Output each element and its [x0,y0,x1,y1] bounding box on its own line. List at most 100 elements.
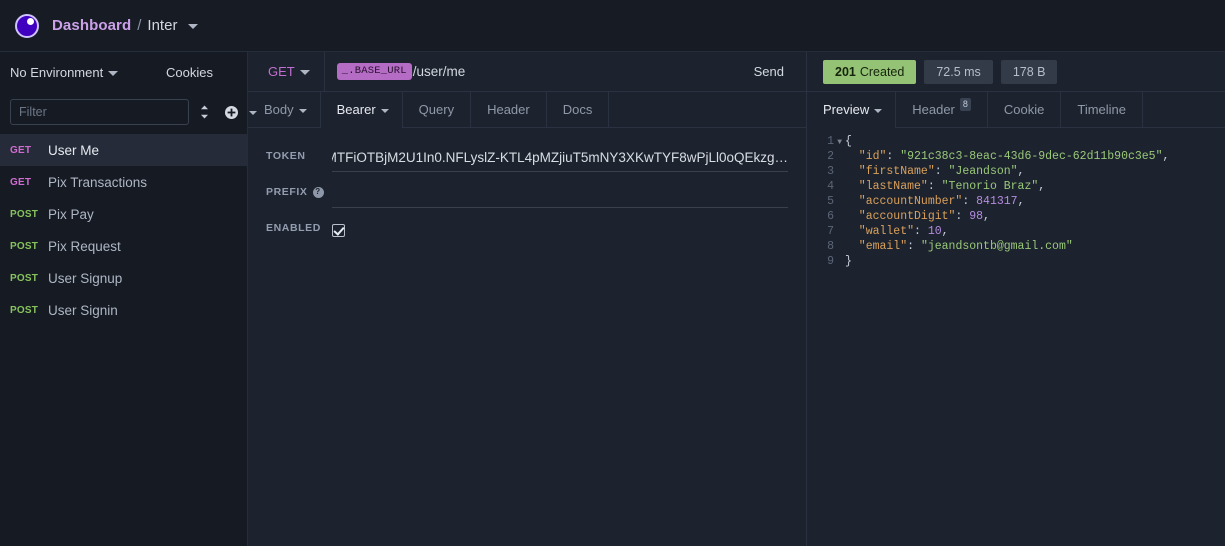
tabs-filler [1143,92,1225,127]
request-method-badge: GET [10,144,32,156]
tabs-filler [609,92,806,127]
code-line: "accountDigit": 98, [845,210,990,223]
code-line: { [845,135,852,148]
request-name: Pix Transactions [48,174,148,190]
tab-auth-bearer[interactable]: Bearer [320,92,403,128]
response-tabs: Preview Header 8 Cookie Timeline [807,92,1225,128]
request-name: Pix Pay [48,206,94,222]
breadcrumb-workspace-name[interactable]: Inter [147,17,177,34]
token-value: …jJkMTFiOTBjM2U1In0.NFLyslZ-KTL4pMZjiuT5… [332,150,788,165]
response-body-code: { "id": "921c38c3-8eac-43d6-9dec-62d11b9… [837,134,1225,546]
filter-input[interactable] [10,99,189,125]
status-badge[interactable]: 201 Created [823,59,917,84]
breadcrumb-dashboard-link[interactable]: Dashboard [52,17,131,34]
line-number: 4 [827,180,834,193]
status-code: 201 [835,64,856,79]
http-method-selector[interactable]: GET [248,52,325,91]
request-method-badge: GET [10,176,32,188]
list-item[interactable]: POST User Signup [0,262,247,294]
tab-body[interactable]: Body [248,92,321,127]
code-line: "email": "jeandsontb@gmail.com" [845,240,1073,253]
tab-label: Docs [562,102,593,117]
tab-query[interactable]: Query [403,92,472,127]
request-list: GET User Me GET Pix Transactions POST Pi… [0,132,247,546]
request-method-badge: POST [10,240,39,252]
request-name: User Signup [48,270,123,286]
tab-preview[interactable]: Preview [807,92,897,128]
environment-label: No Environment [10,64,104,80]
list-item[interactable]: POST Pix Request [0,230,247,262]
main-columns: No Environment Cookies Filter GET User M… [0,52,1225,546]
chevron-down-icon [108,70,119,76]
question-mark-icon[interactable]: ? [312,186,324,198]
http-method-label: GET [268,64,295,79]
filter-row [0,92,257,132]
code-line: "id": "921c38c3-8eac-43d6-9dec-62d11b90c… [845,150,1170,163]
tab-label: Header [912,102,955,117]
response-status-bar: 201 Created 72.5 ms 178 B [807,52,1225,92]
token-input[interactable]: …jJkMTFiOTBjM2U1In0.NFLyslZ-KTL4pMZjiuT5… [332,144,788,172]
response-body-viewer[interactable]: 1 ▼ 2 3 4 5 6 7 8 9 { "id": "921c38c3-8eac-43d6-9… [807,128,1225,546]
token-label: TOKEN [266,150,306,162]
request-name: User Me [48,142,100,158]
fold-triangle-icon[interactable]: ▼ [837,135,842,150]
url-bar: GET _.BASE_URL/user/me Send [248,52,806,92]
line-number: 2 [827,150,834,163]
sort-updown-icon[interactable] [199,101,210,123]
code-line: "wallet": 10, [845,225,949,238]
chevron-down-icon [874,108,883,113]
response-size-badge[interactable]: 178 B [1000,59,1058,84]
request-pane: GET _.BASE_URL/user/me Send Body Bearer [248,52,807,546]
plus-circle-icon [220,101,242,123]
line-number: 8 [827,240,834,253]
enabled-field [332,216,788,244]
request-name: User Signin [48,302,118,318]
code-line: } [845,255,852,268]
breadcrumb: Dashboard / Inter [52,17,199,34]
prefix-input[interactable] [332,180,788,208]
prefix-label: PREFIX ? [266,180,332,198]
tab-header[interactable]: Header [471,92,547,127]
tab-label: Cookie [1003,102,1045,117]
send-button[interactable]: Send [732,52,806,91]
list-item[interactable]: GET Pix Transactions [0,166,247,198]
tab-label: Body [264,102,294,117]
tab-cookie[interactable]: Cookie [988,92,1062,127]
response-pane: 201 Created 72.5 ms 178 B Preview Header … [807,52,1225,546]
tab-docs[interactable]: Docs [547,92,610,127]
environment-selector[interactable]: No Environment [10,64,119,80]
request-method-badge: POST [10,304,39,316]
line-number: 5 [827,195,834,208]
url-path-text: /user/me [412,64,466,79]
tab-response-header[interactable]: Header 8 [896,92,988,127]
list-item[interactable]: GET User Me [0,134,247,166]
chevron-down-icon [299,70,310,75]
status-text: Created [859,64,905,79]
chevron-down-icon[interactable] [188,24,199,29]
line-number: 3 [827,165,834,178]
prefix-label-text: PREFIX [266,186,308,198]
code-line: "lastName": "Tenorio Braz", [845,180,1046,193]
header-count-badge: 8 [959,98,971,111]
tab-timeline[interactable]: Timeline [1061,92,1144,127]
list-item[interactable]: POST User Signin [0,294,247,326]
list-item[interactable]: POST Pix Pay [0,198,247,230]
line-number: 6 [827,210,834,223]
breadcrumb-separator: / [137,17,142,34]
code-line: "accountNumber": 841317, [845,195,1025,208]
chevron-down-icon [298,108,307,113]
sidebar: No Environment Cookies Filter GET User M… [0,52,257,546]
request-name: Pix Request [48,238,121,254]
enabled-checkbox[interactable] [332,223,345,237]
tab-label: Query [418,102,455,117]
url-input[interactable]: _.BASE_URL/user/me [325,63,732,80]
line-number: 1 ▼ [827,135,842,148]
tab-label: Header [487,102,530,117]
line-number: 7 [827,225,834,238]
response-time-badge[interactable]: 72.5 ms [924,59,993,84]
cookies-button[interactable]: Cookies [166,65,213,80]
code-line: "firstName": "Jeandson", [845,165,1025,178]
tab-label: Timeline [1077,102,1127,117]
titlebar: Dashboard / Inter [0,0,1225,52]
line-number-gutter: 1 ▼ 2 3 4 5 6 7 8 9 [807,134,842,546]
